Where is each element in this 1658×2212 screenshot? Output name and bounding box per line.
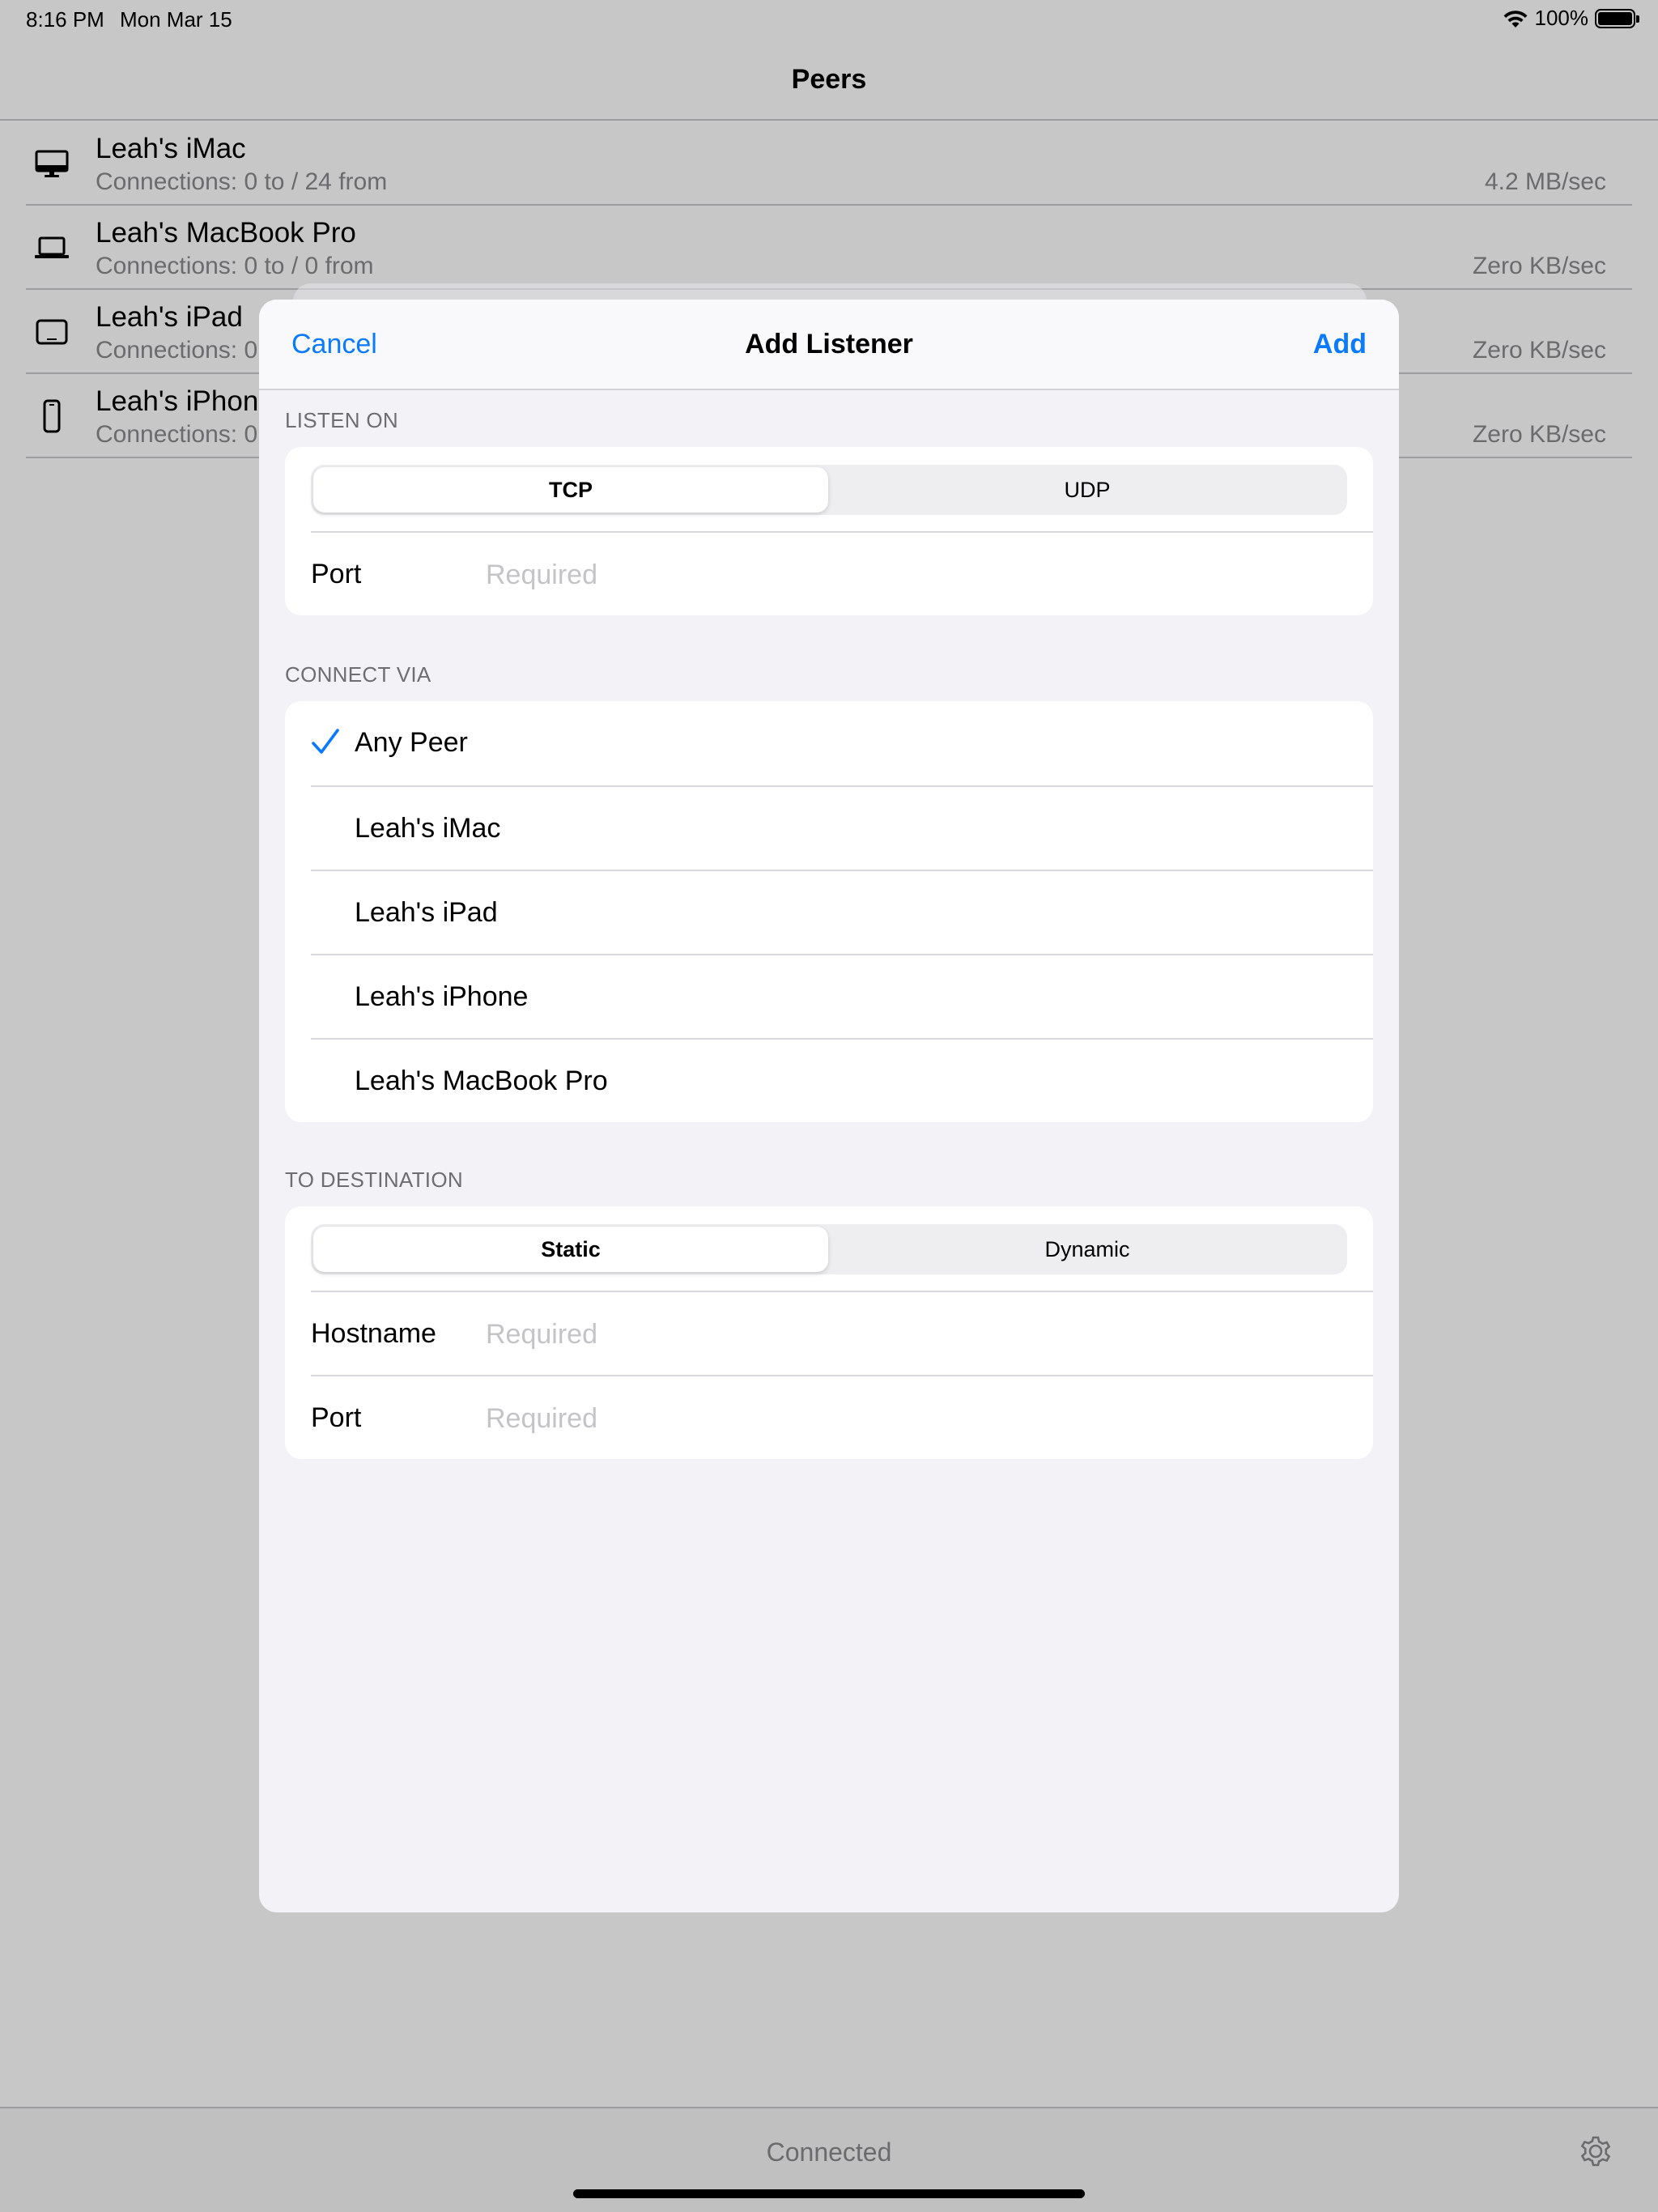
listen-on-group: TCP UDP Port bbox=[285, 447, 1373, 615]
peer-option-label: Leah's MacBook Pro bbox=[355, 1066, 608, 1096]
peer-option-label: Any Peer bbox=[355, 727, 468, 758]
hostname-input[interactable] bbox=[486, 1310, 1344, 1359]
segment-udp[interactable]: UDP bbox=[830, 467, 1345, 513]
hostname-row: Hostname bbox=[311, 1291, 1373, 1375]
cancel-button[interactable]: Cancel bbox=[291, 329, 377, 360]
peer-option-macbook-pro[interactable]: Leah's MacBook Pro bbox=[311, 1038, 1373, 1122]
peer-option-label: Leah's iPad bbox=[355, 897, 498, 928]
checkmark-icon bbox=[312, 729, 339, 754]
to-destination-group: Static Dynamic Hostname Port bbox=[285, 1206, 1373, 1459]
add-listener-sheet: Cancel Add Listener Add LISTEN ON TCP UD… bbox=[259, 300, 1399, 1912]
protocol-segmented-control: TCP UDP bbox=[311, 465, 1347, 515]
destination-port-label: Port bbox=[311, 1402, 362, 1433]
add-button[interactable]: Add bbox=[1313, 329, 1367, 360]
peer-option-iphone[interactable]: Leah's iPhone bbox=[311, 954, 1373, 1038]
connect-via-group: Any Peer Leah's iMac Leah's iPad Leah's … bbox=[285, 701, 1373, 1122]
section-label-connect-via: CONNECT VIA bbox=[285, 662, 432, 687]
destination-port-input[interactable] bbox=[486, 1394, 1344, 1443]
segment-tcp[interactable]: TCP bbox=[313, 467, 828, 513]
segment-static[interactable]: Static bbox=[313, 1227, 828, 1272]
sheet-header: Cancel Add Listener Add bbox=[259, 300, 1399, 390]
peer-option-label: Leah's iPhone bbox=[355, 981, 529, 1012]
destination-port-row: Port bbox=[311, 1375, 1373, 1459]
peer-option-label: Leah's iMac bbox=[355, 813, 501, 844]
listen-port-label: Port bbox=[311, 559, 362, 589]
hostname-label: Hostname bbox=[311, 1318, 436, 1349]
destination-mode-segmented-control: Static Dynamic bbox=[311, 1224, 1347, 1274]
section-label-listen-on: LISTEN ON bbox=[285, 408, 398, 432]
peer-option-any-peer[interactable]: Any Peer bbox=[311, 701, 1373, 785]
segment-dynamic[interactable]: Dynamic bbox=[830, 1227, 1345, 1272]
section-label-to-destination: TO DESTINATION bbox=[285, 1168, 463, 1192]
peer-option-ipad[interactable]: Leah's iPad bbox=[311, 870, 1373, 954]
home-indicator[interactable] bbox=[573, 2189, 1085, 2198]
peer-option-imac[interactable]: Leah's iMac bbox=[311, 785, 1373, 870]
listen-port-row: Port bbox=[311, 531, 1373, 615]
listen-port-input[interactable] bbox=[486, 551, 1344, 599]
sheet-title: Add Listener bbox=[745, 329, 913, 359]
